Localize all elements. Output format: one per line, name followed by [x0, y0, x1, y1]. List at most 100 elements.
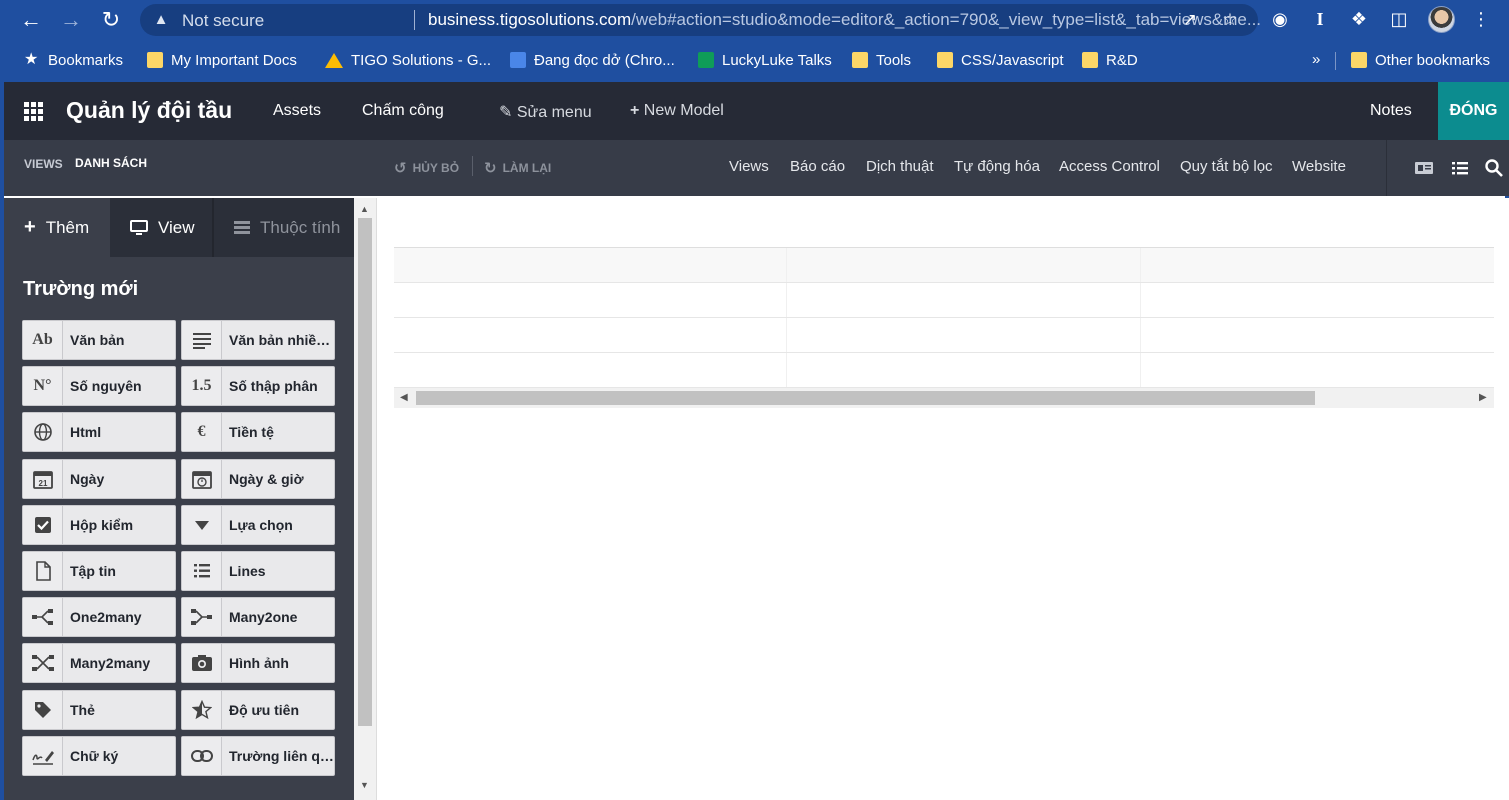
- bookmark-item[interactable]: Đang đọc dở (Chro...: [510, 44, 675, 76]
- redo-icon: ↻: [484, 160, 497, 177]
- apps-grid-icon[interactable]: [24, 102, 44, 121]
- url-text[interactable]: business.tigosolutions.com/web#action=st…: [428, 10, 1308, 30]
- field-type-button[interactable]: Ab Văn bản: [22, 320, 176, 360]
- field-type-button[interactable]: Chữ ký: [22, 735, 176, 776]
- more-bookmarks-button[interactable]: »: [1312, 44, 1320, 76]
- tab-access-control[interactable]: Access Control: [1059, 158, 1160, 175]
- field-type-button[interactable]: Hình ảnh: [181, 643, 335, 684]
- forward-arrow-icon[interactable]: →: [57, 6, 85, 34]
- field-type-label: Hình ảnh: [229, 655, 289, 672]
- sidebar-scrollbar[interactable]: ▲ ▼: [354, 198, 376, 800]
- scroll-right-icon[interactable]: ▶: [1479, 392, 1487, 403]
- app-title[interactable]: Quản lý đội tầu: [66, 97, 232, 124]
- bookmark-label: My Important Docs: [171, 51, 297, 69]
- field-type-label: Html: [70, 424, 102, 441]
- bookmark-item[interactable]: ★ Bookmarks: [24, 44, 123, 76]
- horizontal-scrollbar[interactable]: ◀ ▶: [394, 388, 1494, 408]
- profile-avatar[interactable]: [1428, 6, 1455, 33]
- bookmark-star-icon[interactable]: ☆: [1220, 10, 1240, 30]
- sidebar-tab-view[interactable]: View: [110, 198, 212, 257]
- bookmark-label: TIGO Solutions - G...: [351, 51, 492, 69]
- other-bookmarks[interactable]: Other bookmarks: [1351, 44, 1490, 76]
- field-type-button[interactable]: Tập tin: [22, 551, 176, 591]
- bookmark-item[interactable]: My Important Docs: [147, 44, 297, 76]
- browser-menu-icon[interactable]: ⋮: [1468, 6, 1494, 32]
- field-type-button[interactable]: Văn bản nhiều dòng: [181, 320, 335, 360]
- tab-filter-rules[interactable]: Quy tắt bộ lọc: [1180, 158, 1273, 175]
- bookmark-item[interactable]: LuckyLuke Talks: [698, 44, 832, 76]
- tab-website[interactable]: Website: [1292, 158, 1346, 175]
- folder-icon: [937, 52, 953, 68]
- table-header-row[interactable]: [394, 212, 1494, 248]
- field-type-button[interactable]: Lines: [181, 551, 335, 591]
- scrollbar-thumb[interactable]: [416, 391, 1315, 405]
- search-view-icon[interactable]: [1483, 157, 1505, 179]
- scroll-down-icon[interactable]: ▼: [360, 780, 369, 790]
- field-type-button[interactable]: 21 Ngày: [22, 458, 176, 499]
- bookmark-label: Tools: [876, 51, 912, 69]
- field-type-label: Hộp kiểm: [70, 516, 134, 533]
- bookmark-item[interactable]: R&D: [1082, 44, 1138, 76]
- side-panel-icon[interactable]: ◫: [1386, 6, 1412, 32]
- field-type-button[interactable]: Many2one: [181, 597, 335, 638]
- field-type-button[interactable]: € Tiền tệ: [181, 412, 335, 453]
- menu-assets[interactable]: Assets: [273, 102, 321, 120]
- menu-cham-cong[interactable]: Chấm công: [362, 102, 444, 120]
- bookmark-item[interactable]: CSS/Javascript: [937, 44, 1064, 76]
- breadcrumb-views[interactable]: VIEWS: [24, 157, 63, 171]
- bookmark-label: R&D: [1106, 51, 1138, 69]
- scroll-up-icon[interactable]: ▲: [360, 204, 369, 214]
- reload-icon[interactable]: ↻: [97, 6, 125, 34]
- field-type-button[interactable]: Many2many: [22, 643, 176, 684]
- field-type-button[interactable]: One2many: [22, 597, 176, 638]
- studio-sidebar: + Thêm View Thuộc tính Trường mới Ab Văn b…: [4, 198, 354, 800]
- close-studio-button[interactable]: ĐÓNG: [1438, 82, 1509, 140]
- undo-button[interactable]: ↺ HỦY BỎ: [394, 159, 459, 177]
- tab-reports[interactable]: Báo cáo: [790, 158, 845, 175]
- one2many-icon: [23, 598, 63, 637]
- share-icon[interactable]: ↗: [1180, 10, 1200, 30]
- field-type-icon: N°: [23, 367, 63, 406]
- bookmark-label: Đang đọc dở (Chro...: [534, 51, 675, 69]
- table-row[interactable]: [394, 283, 1494, 318]
- undo-icon: ↺: [394, 160, 407, 177]
- tab-translations[interactable]: Dịch thuật: [866, 158, 934, 175]
- camera-extension-icon[interactable]: ◉: [1267, 6, 1293, 32]
- bookmark-item[interactable]: TIGO Solutions - G...: [325, 44, 491, 76]
- redo-button[interactable]: ↻ LÀM LẠI: [484, 159, 551, 177]
- extensions-puzzle-icon[interactable]: ❖: [1346, 6, 1372, 32]
- field-type-label: Many2many: [70, 655, 151, 672]
- edit-menu-label: Sửa menu: [516, 104, 592, 121]
- back-arrow-icon[interactable]: ←: [17, 6, 45, 34]
- tab-automations[interactable]: Tự động hóa: [954, 158, 1040, 175]
- instapaper-extension-icon[interactable]: I: [1307, 6, 1333, 32]
- edit-menu-button[interactable]: ✎ Sửa menu: [499, 102, 592, 122]
- address-bar[interactable]: ▲ Not secure business.tigosolutions.com/…: [140, 4, 1261, 36]
- field-type-button[interactable]: 1.5 Số thập phân: [181, 366, 335, 407]
- field-type-button[interactable]: Ngày & giờ: [181, 458, 335, 499]
- tab-views[interactable]: Views: [729, 158, 769, 175]
- field-type-button[interactable]: Hộp kiểm: [22, 504, 176, 545]
- sidebar-tab-properties[interactable]: Thuộc tính: [213, 198, 354, 257]
- new-fields-heading: Trường mới: [23, 278, 139, 300]
- bookmark-item[interactable]: Tools: [852, 44, 911, 76]
- form-view-icon[interactable]: [1413, 157, 1435, 179]
- security-label: Not secure: [182, 11, 265, 30]
- field-type-button[interactable]: Thẻ: [22, 689, 176, 730]
- list-view-icon[interactable]: [1449, 157, 1471, 179]
- field-type-button[interactable]: Độ ưu tiên: [181, 689, 335, 730]
- scrollbar-thumb[interactable]: [358, 218, 372, 726]
- sidebar-tab-add[interactable]: + Thêm: [4, 198, 110, 257]
- field-type-label: Văn bản: [70, 332, 125, 348]
- field-type-button[interactable]: Trường liên quan: [181, 735, 335, 776]
- table-row[interactable]: [394, 318, 1494, 353]
- table-row[interactable]: [394, 353, 1494, 388]
- field-type-button[interactable]: Html: [22, 412, 176, 453]
- table-row[interactable]: [394, 248, 1494, 283]
- scroll-left-icon[interactable]: ◀: [400, 392, 408, 403]
- new-model-button[interactable]: + New Model: [630, 102, 724, 120]
- field-type-button[interactable]: Lựa chọn: [181, 504, 335, 545]
- globe-icon: [23, 413, 63, 452]
- field-type-button[interactable]: N° Số nguyên: [22, 366, 176, 407]
- notes-link[interactable]: Notes: [1370, 102, 1412, 120]
